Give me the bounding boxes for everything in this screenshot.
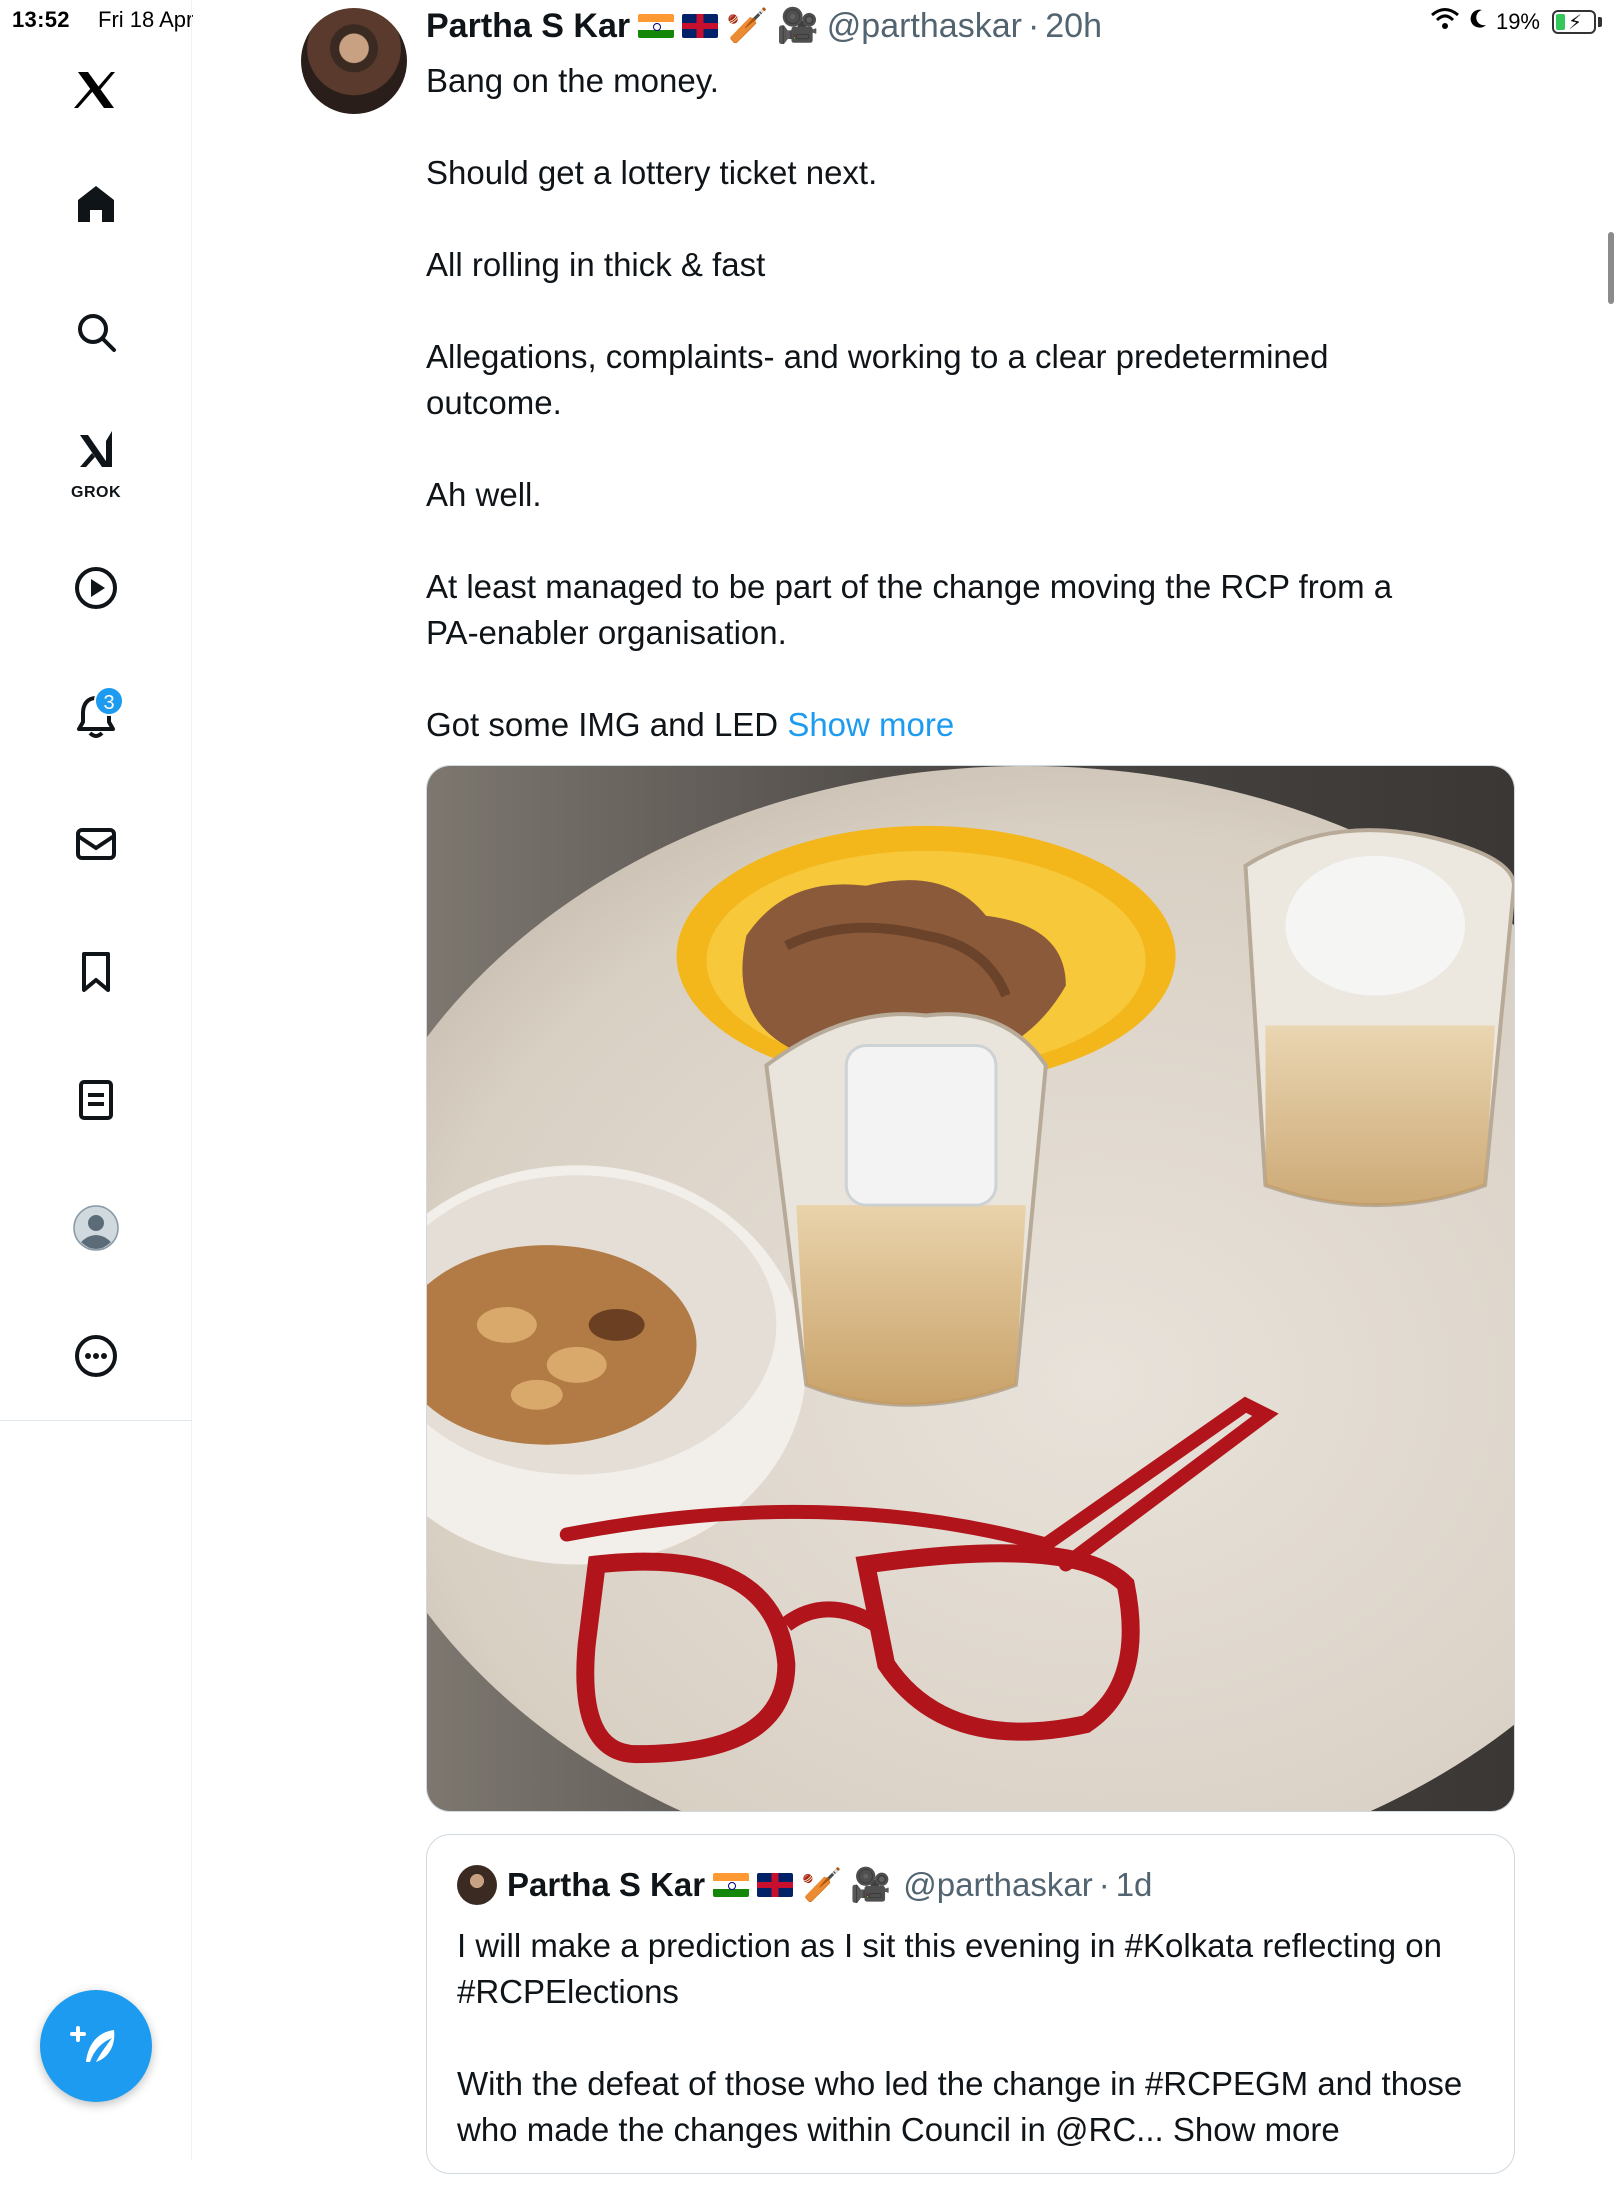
cricket-icon: 🏏 [801, 1866, 842, 1905]
more-icon[interactable] [60, 1320, 132, 1392]
post-paragraph: Should get a lottery ticket next. [426, 150, 1426, 196]
quote-author-avatar [457, 1865, 497, 1905]
post-age[interactable]: 20h [1045, 7, 1102, 46]
uk-flag-icon [682, 14, 718, 38]
post-paragraph: Ah well. [426, 472, 1426, 518]
quote-paragraph: I will make a prediction as I sit this e… [457, 1923, 1497, 2015]
post-header: Partha S Kar 🏏 🎥 @parthaskar · 20h [426, 6, 1102, 46]
quote-age: 1d [1116, 1866, 1153, 1904]
separator-dot: · [1099, 1866, 1110, 1904]
post-paragraph: At least managed to be part of the chang… [426, 564, 1426, 656]
india-flag-icon [638, 14, 674, 38]
show-more-link[interactable]: Show more [787, 706, 954, 743]
quote-paragraph: With the defeat of those who led the cha… [457, 2061, 1497, 2153]
messages-icon[interactable] [60, 808, 132, 880]
post-last-line: Got some IMG and LED Show more [426, 702, 1426, 748]
post-last-text: Got some IMG and LED [426, 706, 787, 743]
x-logo-icon[interactable] [60, 54, 132, 126]
search-icon[interactable] [60, 296, 132, 368]
quote-author-name: Partha S Kar [507, 1866, 705, 1904]
post-paragraph: All rolling in thick & fast [426, 242, 1426, 288]
bookmarks-icon[interactable] [60, 936, 132, 1008]
post-text: Bang on the money. Should get a lottery … [426, 58, 1426, 748]
scrollbar[interactable] [1608, 232, 1614, 304]
quoted-post[interactable]: Partha S Kar 🏏 🎥 @parthaskar · 1d I will… [426, 1834, 1515, 2174]
lists-icon[interactable] [60, 1064, 132, 1136]
author-handle[interactable]: @parthaskar [827, 7, 1022, 46]
compose-icon [68, 2018, 124, 2074]
drinks-photo [427, 766, 1514, 1811]
separator-dot: · [1028, 7, 1039, 46]
camera-icon: 🎥 [776, 6, 818, 46]
notification-badge: 3 [94, 686, 124, 716]
india-flag-icon [713, 1873, 749, 1897]
sidebar: GROK 3 [0, 0, 192, 2160]
post-paragraph: Allegations, complaints- and working to … [426, 334, 1426, 426]
camera-icon: 🎥 [850, 1866, 891, 1905]
uk-flag-icon [757, 1873, 793, 1897]
post-image[interactable] [426, 765, 1515, 1812]
quote-header: Partha S Kar 🏏 🎥 @parthaskar · 1d [457, 1865, 1152, 1905]
author-name[interactable]: Partha S Kar [426, 7, 630, 46]
profile-icon[interactable] [60, 1192, 132, 1264]
author-avatar[interactable] [301, 8, 407, 114]
grok-icon[interactable]: GROK [60, 420, 132, 500]
post-paragraph: Bang on the money. [426, 58, 1426, 104]
quote-author-handle: @parthaskar [903, 1866, 1092, 1904]
compose-button[interactable] [40, 1990, 152, 2102]
timeline: Partha S Kar 🏏 🎥 @parthaskar · 20h Bang … [193, 0, 1620, 2160]
cricket-icon: 🏏 [726, 6, 768, 46]
video-icon[interactable] [60, 552, 132, 624]
quote-text: I will make a prediction as I sit this e… [457, 1923, 1497, 2199]
sidebar-divider [0, 1420, 192, 1421]
notifications-icon[interactable]: 3 [60, 680, 132, 752]
grok-label: GROK [60, 484, 132, 502]
home-icon[interactable] [60, 168, 132, 240]
